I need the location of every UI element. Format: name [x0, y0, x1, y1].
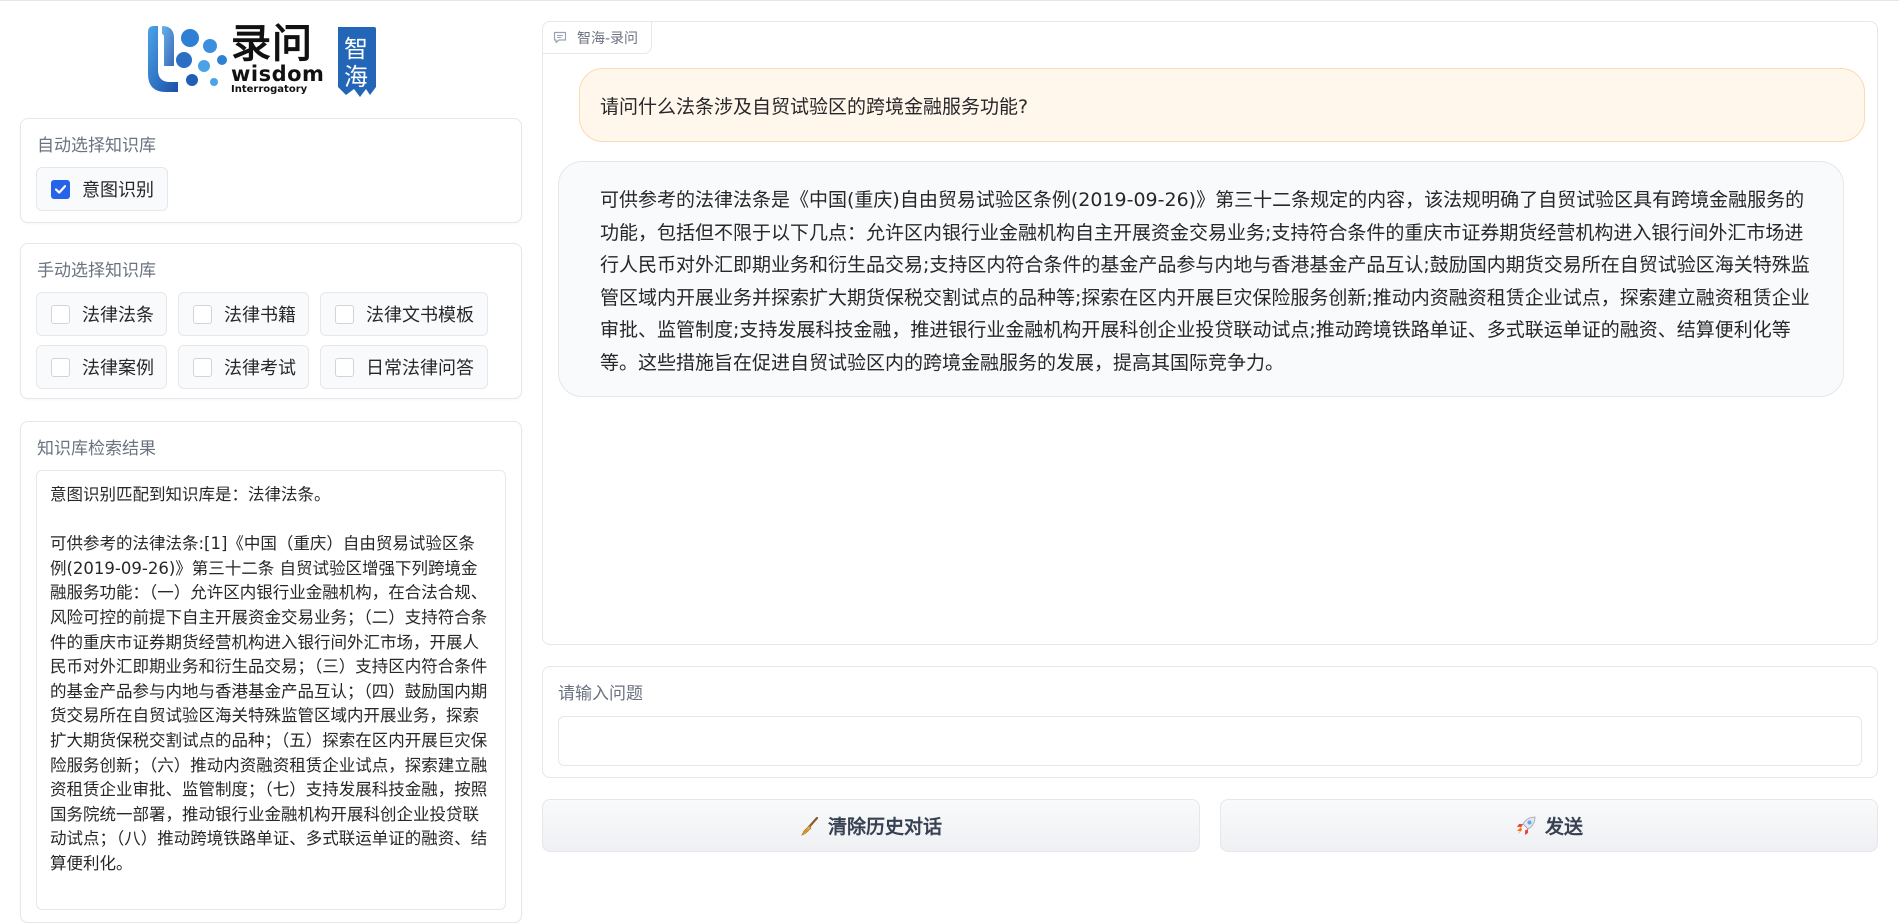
- svg-text:海: 海: [344, 63, 368, 91]
- rocket-icon: [1515, 815, 1537, 837]
- checkbox-unchecked-icon[interactable]: [51, 357, 70, 377]
- bot-message: 可供参考的法律法条是《中国(重庆)自由贸易试验区条例(2019-09-26)》第…: [558, 161, 1844, 397]
- checkbox-legal-cases[interactable]: 法律案例: [36, 345, 167, 389]
- chatbot-tab: 智海-录问: [543, 22, 652, 54]
- checkbox-intent-recognition[interactable]: 意图识别: [36, 167, 168, 211]
- checkbox-unchecked-icon[interactable]: [335, 357, 354, 377]
- question-input[interactable]: [558, 716, 1862, 766]
- checkbox-legal-statutes[interactable]: 法律法条: [36, 292, 167, 336]
- question-input-panel: 请输入问题: [542, 666, 1878, 778]
- checkbox-label: 意图识别: [82, 180, 154, 201]
- checkbox-legal-templates[interactable]: 法律文书模板: [320, 292, 488, 336]
- checkbox-label: 法律书籍: [224, 305, 296, 326]
- svg-text:智: 智: [344, 35, 368, 63]
- checkbox-unchecked-icon[interactable]: [193, 304, 212, 324]
- manual-select-label: 手动选择知识库: [37, 261, 156, 281]
- user-message-text: 请问什么法条涉及自贸试验区的跨境金融服务功能?: [600, 95, 1029, 118]
- checkbox-unchecked-icon[interactable]: [335, 304, 354, 324]
- top-divider: [0, 0, 1899, 1]
- kb-results-panel: 知识库检索结果 意图识别匹配到知识库是：法律法条。 可供参考的法律法条:[1]《…: [20, 421, 522, 923]
- chatbot-tab-label: 智海-录问: [577, 30, 639, 47]
- manual-select-panel: 手动选择知识库 法律法条 法律书籍 法律文书模板 法律案例 法律考试 日常法律问…: [20, 243, 522, 399]
- logo-cn-text: 录问: [231, 21, 313, 67]
- auto-select-panel: 自动选择知识库 意图识别: [20, 118, 522, 223]
- chatbot-panel: 智海-录问 请问什么法条涉及自贸试验区的跨境金融服务功能? 可供参考的法律法条是…: [542, 21, 1878, 645]
- checkbox-legal-exams[interactable]: 法律考试: [178, 345, 309, 389]
- checkbox-label: 日常法律问答: [366, 358, 474, 379]
- checkbox-label: 法律案例: [82, 358, 154, 379]
- logo-seal-icon: 智 海: [338, 27, 376, 97]
- send-button[interactable]: 发送: [1220, 799, 1878, 852]
- app-logo: 录问 wisdom Interrogatory 智 海: [144, 20, 380, 100]
- clear-history-label: 清除历史对话: [827, 816, 942, 838]
- logo-wordmark: 录问 wisdom Interrogatory: [231, 24, 324, 95]
- chat-icon: [553, 31, 567, 44]
- broom-icon: [800, 816, 820, 836]
- user-message: 请问什么法条涉及自贸试验区的跨境金融服务功能?: [579, 68, 1865, 142]
- checkbox-legal-books[interactable]: 法律书籍: [178, 292, 309, 336]
- kb-match-line: 意图识别匹配到知识库是：法律法条。: [50, 485, 331, 504]
- auto-select-label: 自动选择知识库: [37, 136, 156, 156]
- kb-results-label: 知识库检索结果: [37, 439, 156, 459]
- checkbox-daily-legal-qa[interactable]: 日常法律问答: [320, 345, 488, 389]
- checkbox-unchecked-icon[interactable]: [193, 357, 212, 377]
- checkbox-label: 法律考试: [224, 358, 296, 379]
- logo-mark-icon: [148, 26, 227, 92]
- question-input-label: 请输入问题: [558, 684, 643, 704]
- bot-message-text: 可供参考的法律法条是《中国(重庆)自由贸易试验区条例(2019-09-26)》第…: [600, 189, 1810, 374]
- checkbox-unchecked-icon[interactable]: [51, 304, 70, 324]
- checkbox-label: 法律文书模板: [366, 305, 474, 326]
- clear-history-button[interactable]: 清除历史对话: [542, 799, 1200, 852]
- checkbox-checked-icon[interactable]: [51, 179, 70, 199]
- logo-en-text: wisdom: [231, 62, 325, 86]
- checkbox-label: 法律法条: [82, 305, 154, 326]
- kb-statute-text: 可供参考的法律法条:[1]《中国（重庆）自由贸易试验区条例(2019-09-26…: [50, 534, 488, 873]
- send-label: 发送: [1544, 816, 1583, 838]
- kb-results-textbox[interactable]: 意图识别匹配到知识库是：法律法条。 可供参考的法律法条:[1]《中国（重庆）自由…: [36, 470, 506, 910]
